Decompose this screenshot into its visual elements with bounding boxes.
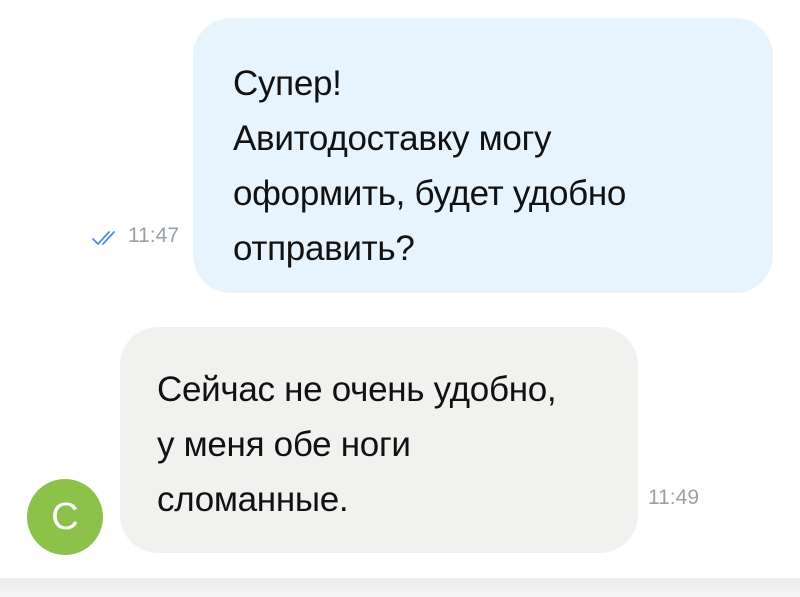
double-check-icon (92, 228, 122, 245)
incoming-message-bubble[interactable]: Сейчас не очень удобно, у меня обе ноги … (120, 327, 638, 553)
avatar-initial: С (51, 495, 79, 538)
outgoing-message-bubble[interactable]: Супер! Авитодоставку могу оформить, буде… (193, 18, 773, 293)
incoming-message-time: 11:49 (648, 486, 699, 509)
outgoing-message-text: Супер! Авитодоставку могу оформить, буде… (233, 64, 627, 268)
bottom-divider (0, 578, 800, 597)
incoming-message-text: Сейчас не очень удобно, у меня обе ноги … (157, 370, 557, 519)
outgoing-message-time: 11:47 (128, 224, 179, 247)
chat-thread: Супер! Авитодоставку могу оформить, буде… (0, 0, 800, 580)
outgoing-message-meta: 11:47 (92, 224, 179, 248)
sender-avatar[interactable]: С (27, 479, 103, 555)
